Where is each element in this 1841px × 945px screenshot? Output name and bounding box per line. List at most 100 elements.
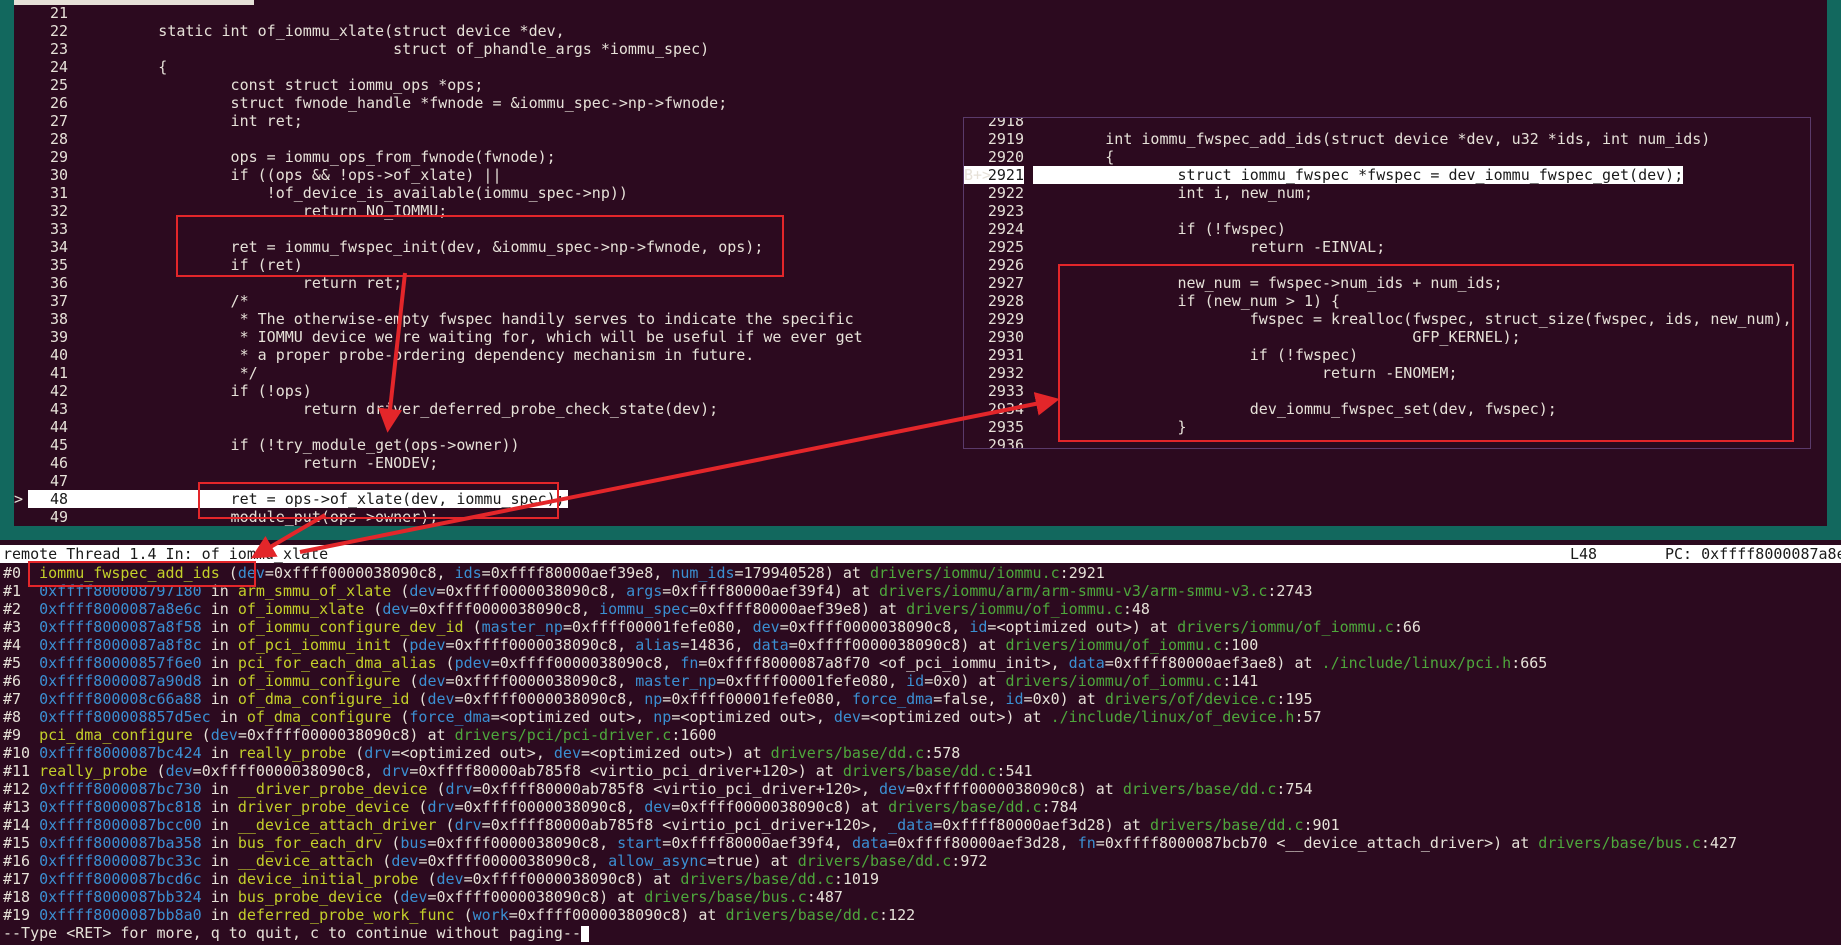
- frame-arg-name: np: [653, 708, 672, 726]
- backtrace-frame[interactable]: #17 0xffff8000087bcd6c in device_initial…: [3, 870, 879, 888]
- line-number: 26: [49, 94, 68, 112]
- overlay-line: 2925 return -EINVAL;: [964, 238, 1810, 256]
- frame-arg-value: 179940528: [743, 564, 825, 582]
- frame-address: 0xffff8000087bcc00: [39, 816, 202, 834]
- line-code: {: [86, 58, 168, 76]
- frame-address: 0xffff8000087a90d8: [39, 672, 202, 690]
- frame-file: ./include/linux/pci.h: [1321, 654, 1512, 672]
- overlay-line-code: struct iommu_fwspec *fwspec = dev_iommu_…: [1033, 166, 1684, 184]
- line-number: 35: [49, 256, 68, 274]
- frame-function: of_pci_iommu_init: [237, 636, 392, 654]
- backtrace-frame[interactable]: #10 0xffff8000087bc424 in really_probe (…: [3, 744, 960, 762]
- backtrace-frame[interactable]: #14 0xffff8000087bcc00 in __device_attac…: [3, 816, 1340, 834]
- frame-arg-name: dev: [879, 780, 907, 798]
- overlay-line-number: 2931: [987, 346, 1024, 364]
- line-code: * a proper probe-ordering dependency mec…: [86, 346, 755, 364]
- frame-index: #10: [3, 744, 31, 762]
- frame-arg-value: 0xffff0000038090c8: [445, 582, 609, 600]
- backtrace-frame[interactable]: #13 0xffff8000087bc818 in driver_probe_d…: [3, 798, 1078, 816]
- frame-arg-name: dev: [409, 582, 437, 600]
- frame-line: 972: [960, 852, 988, 870]
- frame-address: 0xffff8000087bcd6c: [39, 870, 202, 888]
- frame-arg-name: force_dma: [851, 690, 934, 708]
- frame-arg-value: 0xffff00001fefe080: [571, 618, 735, 636]
- frame-arg-name: start: [617, 834, 663, 852]
- frame-arg-name: dev: [833, 708, 861, 726]
- backtrace-frame[interactable]: #8 0xffff800008857d5ec in of_dma_configu…: [3, 708, 1322, 726]
- backtrace-frame[interactable]: #15 0xffff8000087ba358 in bus_for_each_d…: [3, 834, 1737, 852]
- backtrace-frame[interactable]: #5 0xffff80000857f6e0 in pci_for_each_dm…: [3, 654, 1547, 672]
- frame-arg-value: 0xffff0000038090c8: [797, 636, 961, 654]
- frame-index: #2: [3, 600, 31, 618]
- backtrace-frame[interactable]: #7 0xffff800008c66a88 in of_dma_configur…: [3, 690, 1313, 708]
- frame-index: #6: [3, 672, 31, 690]
- frame-file: drivers/base/dd.c: [680, 870, 834, 888]
- line-number: 48: [49, 490, 68, 508]
- frame-arg-name: dev: [752, 618, 780, 636]
- frame-index: #5: [3, 654, 31, 672]
- frame-line: 195: [1285, 690, 1313, 708]
- backtrace-frame[interactable]: #18 0xffff8000087bb324 in bus_probe_devi…: [3, 888, 843, 906]
- frame-arg-name: master_np: [481, 618, 563, 636]
- overlay-line-number: 2926: [987, 256, 1024, 274]
- frame-file: drivers/base/dd.c: [1149, 816, 1304, 834]
- frame-arg-value: 0xffff0000038090c8: [680, 798, 843, 816]
- frame-arg-name: dev: [644, 798, 672, 816]
- overlay-line: 2924 if (!fwspec): [964, 220, 1810, 238]
- backtrace-frame[interactable]: #6 0xffff8000087a90d8 in of_iommu_config…: [3, 672, 1258, 690]
- pager-prompt[interactable]: --Type <RET> for more, q to quit, c to c…: [3, 924, 589, 942]
- backtrace-frame[interactable]: #16 0xffff8000087bc33c in __device_attac…: [3, 852, 987, 870]
- frame-file: drivers/iommu/of_iommu.c: [1005, 636, 1223, 654]
- backtrace-frame[interactable]: #2 0xffff8000087a8e6c in of_iommu_xlate …: [3, 600, 1150, 618]
- overlay-line: B+> 2921 struct iommu_fwspec *fwspec = de…: [964, 166, 1810, 184]
- frame-address: 0xffff8000087a8f8c: [39, 636, 202, 654]
- frame-file: drivers/pci/pci-driver.c: [454, 726, 672, 744]
- frame-arg-value: 0xffff80000aef39e8: [490, 564, 654, 582]
- frame-index: #1: [3, 582, 31, 600]
- breakpoint-marker: B+>: [964, 166, 992, 184]
- frame-line: 141: [1231, 672, 1259, 690]
- frame-arg-name: dev: [400, 888, 428, 906]
- annotation-box-frame0: [28, 561, 256, 587]
- status-pc: PC: 0xffff8000087a8e6c: [1665, 545, 1841, 563]
- annotation-box-fwspec-init: [176, 215, 784, 277]
- backtrace-frame[interactable]: #4 0xffff8000087a8f8c in of_pci_iommu_in…: [3, 636, 1258, 654]
- frame-file: drivers/iommu/arm/arm-smmu-v3/arm-smmu-v…: [879, 582, 1268, 600]
- frame-line: 487: [815, 888, 843, 906]
- overlay-line-number: 2932: [987, 364, 1024, 382]
- backtrace-frame[interactable]: #11 really_probe (dev=0xffff0000038090c8…: [3, 762, 1033, 780]
- frame-arg-name: dev: [553, 744, 581, 762]
- overlay-line-code: int iommu_fwspec_add_ids(struct device *…: [1033, 130, 1711, 148]
- frame-arg-name: alias: [635, 636, 681, 654]
- backtrace-frame[interactable]: #9 pci_dma_configure (dev=0xffff00000380…: [3, 726, 716, 744]
- source-line: 46 return -ENODEV;: [28, 454, 1827, 472]
- frame-arg-name: id: [906, 672, 925, 690]
- frame-function: bus_probe_device: [237, 888, 383, 906]
- frame-index: #4: [3, 636, 31, 654]
- frame-address: 0xffff8000087bb324: [39, 888, 202, 906]
- backtrace-frame[interactable]: #19 0xffff8000087bb8a0 in deferred_probe…: [3, 906, 915, 924]
- frame-function: device_initial_probe: [237, 870, 419, 888]
- line-code: static int of_iommu_xlate(struct device …: [86, 22, 565, 40]
- frame-line: 901: [1312, 816, 1340, 834]
- line-number: 25: [49, 76, 68, 94]
- annotation-box-of-xlate: [198, 482, 559, 519]
- line-code: if ((ops && !ops->of_xlate) ||: [86, 166, 502, 184]
- backtrace-frame[interactable]: #12 0xffff8000087bc730 in __driver_probe…: [3, 780, 1313, 798]
- overlay-line-number: 2929: [987, 310, 1024, 328]
- frame-arg-value: 0xffff0000038090c8: [246, 726, 410, 744]
- overlay-line-code: {: [1033, 148, 1115, 166]
- frame-index: #17: [3, 870, 31, 888]
- frame-address: 0xffff80000857f6e0: [39, 654, 202, 672]
- line-number: 49: [49, 508, 68, 526]
- frame-index: #8: [3, 708, 31, 726]
- current-line-marker: >: [14, 490, 24, 508]
- overlay-line-code: if (!fwspec): [1033, 220, 1286, 238]
- line-number: 41: [49, 364, 68, 382]
- frame-address: 0xffff8000087bc818: [39, 798, 202, 816]
- frame-function: of_iommu_xlate: [237, 600, 365, 618]
- line-number: 38: [49, 310, 68, 328]
- backtrace-frame[interactable]: #3 0xffff8000087a8f58 in of_iommu_config…: [3, 618, 1421, 636]
- frame-arg-name: dev: [436, 870, 464, 888]
- frame-function: __driver_probe_device: [237, 780, 428, 798]
